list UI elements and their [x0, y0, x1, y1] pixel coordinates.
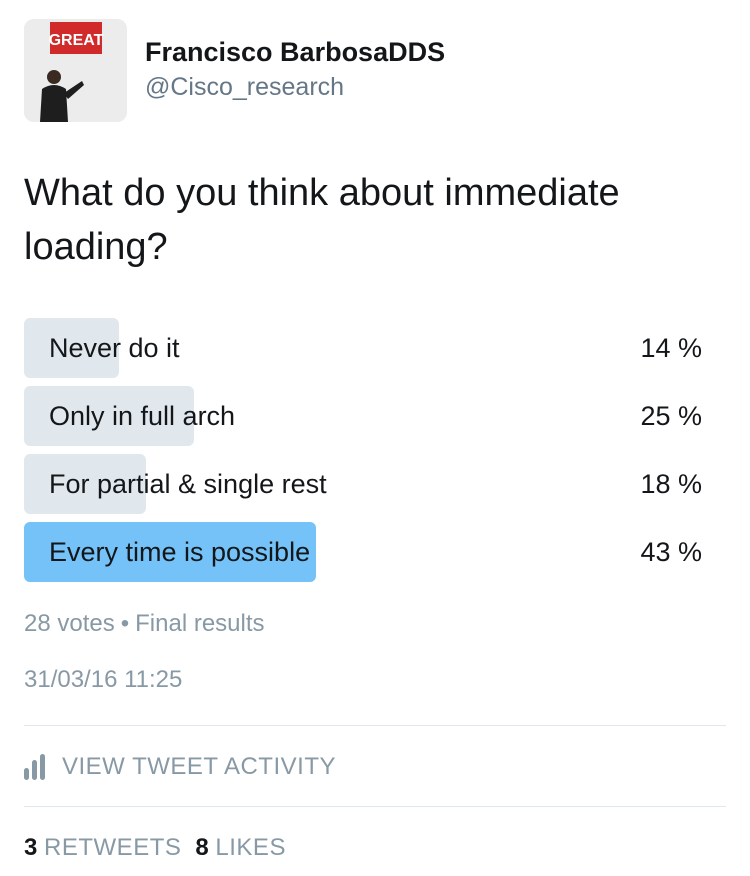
tweet-timestamp: 31/03/16 11:25 — [24, 666, 183, 693]
poll-choice-percent: 25 % — [640, 401, 702, 431]
retweets-count: 3 — [24, 834, 38, 861]
poll-choice-percent: 43 % — [640, 537, 702, 567]
poll-choice-percent: 18 % — [640, 469, 702, 499]
poll-choice-winner: Every time is possible 43 % — [24, 522, 702, 582]
retweets-label: RETWEETS — [44, 834, 182, 861]
author-handle[interactable]: @Cisco_research — [145, 73, 344, 102]
poll-status: Final results — [135, 610, 265, 637]
tweet-stats: 3 RETWEETS 8 LIKES — [24, 834, 286, 862]
tweet-text: What do you think about immediate loadin… — [24, 172, 620, 268]
view-tweet-activity-label: VIEW TWEET ACTIVITY — [62, 753, 336, 780]
poll-meta: 28 votes • Final results — [24, 610, 265, 638]
poll-choice-label: Never do it — [49, 333, 180, 363]
poll-choice: Never do it 14 % — [24, 318, 702, 378]
poll-choice: For partial & single rest 18 % — [24, 454, 702, 514]
retweets-link[interactable]: 3 RETWEETS — [24, 834, 181, 861]
view-tweet-activity-button[interactable]: VIEW TWEET ACTIVITY — [24, 750, 336, 784]
divider — [24, 725, 726, 726]
tweet-header: GREAT Francisco BarbosaDDS @Cisco_resear… — [24, 19, 724, 122]
bar-chart-icon — [24, 754, 45, 780]
avatar-sign-text: GREAT — [49, 32, 104, 49]
poll-choice: Only in full arch 25 % — [24, 386, 702, 446]
poll-choice-label: Every time is possible — [49, 537, 311, 567]
avatar[interactable]: GREAT — [24, 19, 127, 122]
poll-choice-percent: 14 % — [640, 333, 702, 363]
poll-votes: 28 votes — [24, 610, 115, 637]
poll-choice-label: For partial & single rest — [49, 469, 327, 499]
likes-count: 8 — [195, 834, 209, 861]
likes-label: LIKES — [215, 834, 286, 861]
poll-choice-label: Only in full arch — [49, 401, 236, 431]
poll: Never do it 14 % Only in full arch 25 % … — [24, 318, 702, 590]
divider — [24, 806, 726, 807]
likes-link[interactable]: 8 LIKES — [195, 834, 286, 861]
author-display-name[interactable]: Francisco BarbosaDDS — [145, 37, 445, 68]
avatar-photo: GREAT — [24, 19, 127, 122]
bullet-separator: • — [120, 610, 130, 637]
